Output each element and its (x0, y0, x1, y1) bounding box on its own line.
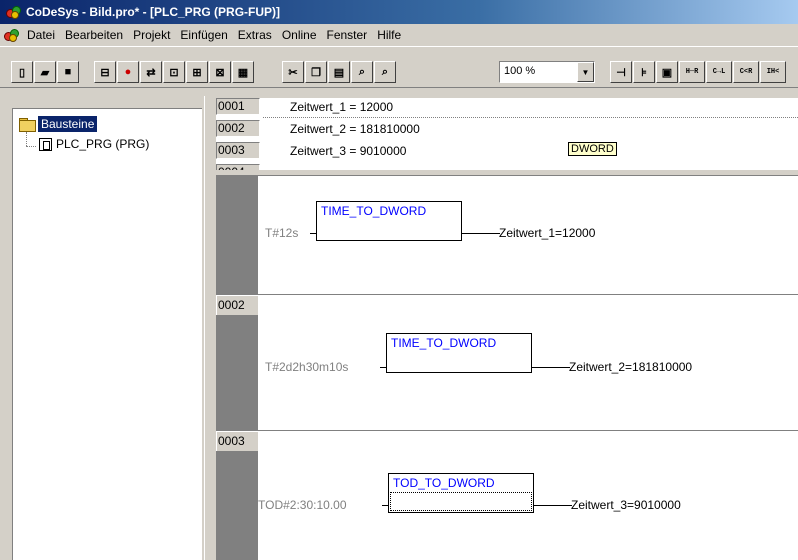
wire (534, 505, 572, 506)
wire (532, 367, 570, 368)
declaration-line[interactable]: Zeitwert_3 = 9010000 (290, 144, 406, 158)
output-variable[interactable]: Zeitwert_3=9010000 (571, 498, 681, 512)
line-number: 0002 (216, 120, 260, 137)
login-icon[interactable]: ⇄ (140, 61, 162, 83)
build-icon[interactable]: ⊟ (94, 61, 116, 83)
input-literal[interactable]: T#2d2h30m10s (265, 360, 348, 374)
line-number: 0003 (216, 142, 260, 159)
network-number: 0002 (216, 295, 258, 315)
function-block[interactable]: TIME_TO_DWORD (386, 333, 532, 373)
copy-icon[interactable]: ❐ (305, 61, 327, 83)
wire (310, 233, 316, 234)
new-file-icon[interactable]: ▯ (11, 61, 33, 83)
tree-item-plc-prg[interactable]: PLC_PRG (PRG) (39, 137, 149, 151)
insert-network-icon[interactable]: ⊣ (610, 61, 632, 83)
divider (263, 117, 798, 118)
declaration-line[interactable]: Zeitwert_2 = 181810000 (290, 122, 420, 136)
pou-tree-panel[interactable]: Bausteine PLC_PRG (PRG) (12, 108, 202, 560)
chevron-down-icon[interactable]: ▼ (577, 62, 594, 82)
window-border (204, 96, 211, 560)
tree-item-label: PLC_PRG (PRG) (56, 137, 150, 151)
zoom-value: 100 % (504, 65, 536, 77)
declaration-line[interactable]: Zeitwert_1 = 12000 (290, 100, 393, 114)
menu-online[interactable]: Online (277, 28, 322, 42)
find-replace-icon[interactable]: ⌕ (374, 61, 396, 83)
find-icon[interactable]: ⊞ (186, 61, 208, 83)
line-number: 0001 (216, 98, 260, 115)
function-block-name: TIME_TO_DWORD (321, 204, 427, 218)
ladder-negate-icon[interactable]: IH< (760, 61, 786, 83)
network-separator (216, 295, 798, 296)
output-variable[interactable]: Zeitwert_1=12000 (499, 226, 595, 240)
toolbar: ▯ ▰ ■ ⊟ ● ⇄ ⊡ ⊞ ⊠ ▦ ✂ ❐ ▤ ⌕ ⌕ 100 % ▼ ⊣ … (0, 46, 798, 88)
tree-root-label: Bausteine (38, 116, 98, 132)
tree-connector (26, 146, 36, 147)
menu-projekt[interactable]: Projekt (128, 28, 175, 42)
wire (462, 233, 500, 234)
wire (382, 505, 388, 506)
ladder-coil-icon[interactable]: H─R (679, 61, 705, 83)
folder-icon (19, 117, 36, 132)
tree-root-bausteine[interactable]: Bausteine (19, 116, 98, 132)
document-menu-icon[interactable] (4, 28, 20, 42)
function-block-name: TIME_TO_DWORD (391, 336, 497, 350)
ladder-contact-icon[interactable]: C→L (706, 61, 732, 83)
insert-box-icon[interactable]: ▣ (656, 61, 678, 83)
focus-rectangle (390, 492, 532, 511)
logout-icon[interactable]: ⊡ (163, 61, 185, 83)
input-literal[interactable]: TOD#2:30:10.00 (258, 498, 347, 512)
network-gutter (216, 295, 258, 430)
save-icon[interactable]: ■ (57, 61, 79, 83)
open-folder-icon[interactable]: ▰ (34, 61, 56, 83)
menu-fenster[interactable]: Fenster (322, 28, 373, 42)
tree-connector (26, 132, 27, 146)
find-next-icon[interactable]: ⌕ (351, 61, 373, 83)
program-icon (39, 137, 52, 151)
menu-datei[interactable]: Datei (22, 28, 60, 42)
function-block-name: TOD_TO_DWORD (393, 476, 495, 490)
insert-input-icon[interactable]: ⊧ (633, 61, 655, 83)
menu-hilfe[interactable]: Hilfe (372, 28, 406, 42)
title-bar: CoDeSys - Bild.pro* - [PLC_PRG (PRG-FUP)… (0, 0, 798, 24)
network-gutter (216, 176, 258, 294)
type-tooltip: DWORD (568, 142, 617, 156)
network-separator (216, 431, 798, 432)
function-block[interactable]: TIME_TO_DWORD (316, 201, 462, 241)
stop-icon[interactable]: ● (117, 61, 139, 83)
replace-icon[interactable]: ⊠ (209, 61, 231, 83)
menu-extras[interactable]: Extras (233, 28, 277, 42)
zoom-select[interactable]: 100 % ▼ (499, 61, 595, 83)
paste-icon[interactable]: ▤ (328, 61, 350, 83)
ladder-reset-icon[interactable]: C<R (733, 61, 759, 83)
input-literal[interactable]: T#12s (265, 226, 298, 240)
window-title: CoDeSys - Bild.pro* - [PLC_PRG (PRG-FUP)… (26, 5, 281, 19)
wire (380, 367, 386, 368)
codesys-app-icon (6, 5, 22, 19)
menu-einfuegen[interactable]: Einfügen (175, 28, 232, 42)
menu-bar: Datei Bearbeiten Projekt Einfügen Extras… (0, 24, 798, 46)
cut-icon[interactable]: ✂ (282, 61, 304, 83)
declaration-editor[interactable]: 0001 0002 0003 0004 Zeitwert_1 = 12000 Z… (216, 98, 798, 170)
network-number: 0003 (216, 431, 258, 451)
ladder-icon[interactable]: ▦ (232, 61, 254, 83)
fup-editor[interactable]: TIME_TO_DWORD T#12s Zeitwert_1=12000 000… (216, 176, 798, 560)
menu-bearbeiten[interactable]: Bearbeiten (60, 28, 128, 42)
output-variable[interactable]: Zeitwert_2=181810000 (569, 360, 692, 374)
